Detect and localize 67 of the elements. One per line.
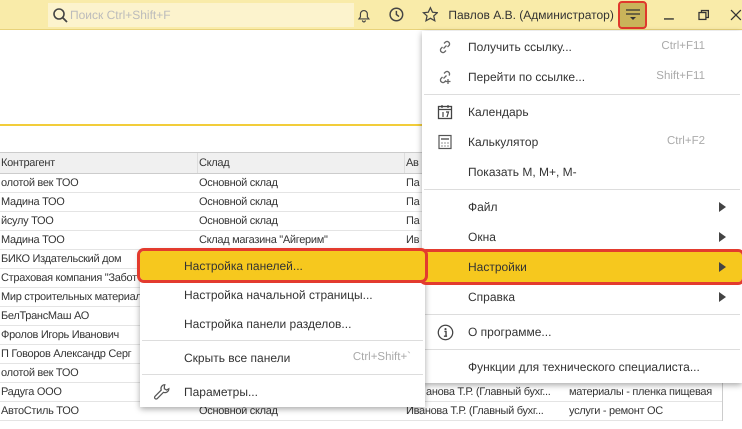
table-cell: материалы - пленка пищевая [569,386,712,398]
table-cell: Радуга ООО [1,386,62,398]
menu-item[interactable]: О программе... [422,317,742,347]
shortcut-label: Shift+F11 [656,69,706,84]
table-cell: Па [406,196,420,208]
restore-icon[interactable] [698,8,710,20]
column-header[interactable]: Склад [198,153,405,173]
table-cell: БелТрансМаш АО [1,310,90,322]
table-cell: Основной склад [199,405,278,417]
menu-item[interactable]: Календарь [422,97,742,127]
table-cell: услуги - ремонт ОС [569,405,663,417]
table-cell: Ив [406,234,420,246]
close-icon[interactable] [730,8,742,20]
calendar-icon [437,104,453,120]
table-cell: олотой век ТОО [1,177,78,189]
menu-item[interactable]: Показать М, М+, М- [422,157,742,187]
history-icon[interactable] [388,6,405,23]
submenu-arrow-icon [719,232,726,242]
table-cell: П Говоров Александр Серг [1,348,132,360]
table-cell: Склад магазина "Айгерим" [199,234,328,246]
menu-item[interactable]: Настройки [422,252,742,282]
table-cell: Мадина ТОО [1,196,65,208]
table-cell: Па [406,177,420,189]
link-arrow-icon [437,69,453,85]
table-cell: АвтоСтиль ТОО [1,405,79,417]
table-cell: Иванова Т.Р. (Главный бухг... [406,405,544,417]
menu-icon [624,8,641,22]
star-icon[interactable] [422,6,438,23]
menu-item[interactable]: Справка [422,282,742,312]
table-cell: Основной склад [199,196,278,208]
menu-item[interactable]: Настройка панелей... [140,251,425,280]
submenu-arrow-icon [719,202,726,212]
submenu-arrow-icon [719,292,726,302]
table-cell: олотой век ТОО [1,367,78,379]
calculator-icon [437,134,453,150]
shortcut-label: Ctrl+F11 [661,39,706,54]
table-cell: Мир строительных материал [1,291,142,303]
table-cell: анова Т.Р. (Главный бухг... [426,386,550,398]
search-field[interactable]: Поиск Ctrl+Shift+F [48,2,354,26]
menu-item[interactable]: Получить ссылку... Ctrl+F11 [422,32,742,62]
link-icon [437,39,453,55]
table-cell: Основной склад [199,177,278,189]
menu-item[interactable]: Калькулятор Ctrl+F2 [422,127,742,157]
shortcut-label: Ctrl+Shift+` [352,350,412,365]
table-cell: Па [406,215,420,227]
menu-item[interactable]: Настройка начальной страницы... [140,280,425,309]
submenu-arrow-icon [719,262,726,272]
menu-item[interactable]: Перейти по ссылке... Shift+F11 [422,62,742,92]
table-cell: БИКО Издательский дом [1,253,122,265]
table-cell: Страховая компания "Забот [1,272,137,284]
menu-item[interactable]: Скрыть все панели Ctrl+Shift+` [140,343,425,372]
user-name[interactable]: Павлов А.В. (Администратор) [448,6,614,24]
menu-item[interactable]: Настройка панели разделов... [140,309,425,338]
column-header[interactable]: Контрагент [0,153,198,173]
menu-button[interactable] [618,0,648,28]
table-cell: Мадина ТОО [1,234,65,246]
menu-item[interactable]: Файл [422,192,742,222]
wrench-icon [153,382,171,400]
shortcut-label: Ctrl+F2 [666,134,706,150]
table-cell: йсулу ТОО [1,215,54,227]
info-icon [436,324,454,340]
search-icon [52,6,68,22]
menu-item[interactable]: Функции для технического специалиста... [422,352,742,382]
table-cell: Фролов Игорь Иванович [1,329,119,341]
menu-item[interactable]: Окна [422,222,742,252]
menu-item[interactable]: Параметры... [140,377,425,406]
table-cell: Основной склад [199,215,278,227]
